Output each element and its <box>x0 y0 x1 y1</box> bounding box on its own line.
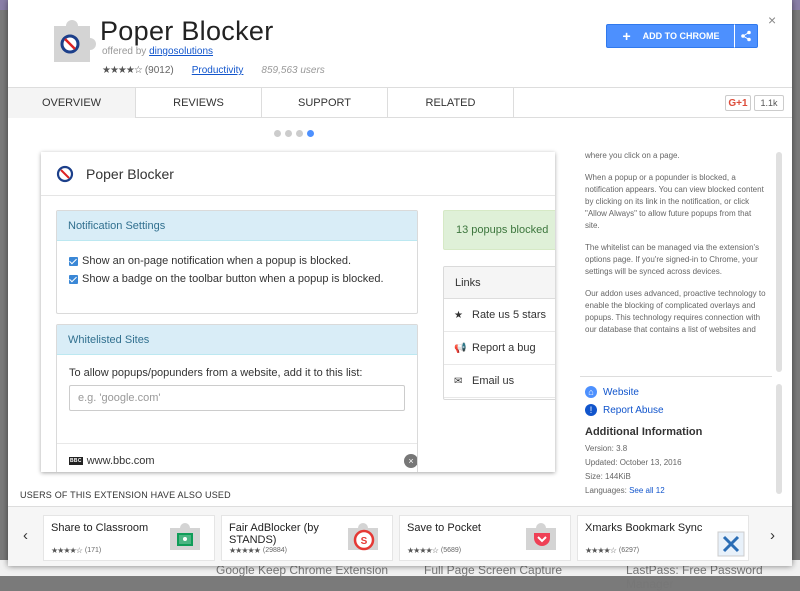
tab-reviews[interactable]: REVIEWS <box>136 88 262 118</box>
checkbox <box>69 256 78 266</box>
related-card[interactable]: Xmarks Bookmark Sync ★★★★☆ (6297) <box>577 515 749 561</box>
bbc-logo-icon: BBC <box>69 456 83 465</box>
whitelist-item: BBC www.bbc.com × <box>57 443 417 472</box>
carousel-dot[interactable] <box>296 130 303 137</box>
notification-settings-panel: Notification Settings Show an on-page no… <box>56 210 418 314</box>
description-text: where you click on a page. When a popup … <box>585 151 766 334</box>
share-icon <box>741 30 751 42</box>
version-info: Version: 3.8 <box>585 444 628 453</box>
preview-app-title: Poper Blocker <box>86 165 174 182</box>
blocked-count-badge: 13 popups blocked <box>443 210 555 250</box>
add-to-chrome-button[interactable]: + ADD TO CHROME <box>606 24 736 48</box>
carousel-dot[interactable] <box>274 130 281 137</box>
chevron-right-icon[interactable]: › <box>770 527 775 544</box>
plus-icon: + <box>622 28 631 44</box>
screenshot-preview[interactable]: Poper Blocker Notification Settings Show… <box>41 152 555 472</box>
additional-info-heading: Additional Information <box>585 426 703 438</box>
carousel-dots <box>274 130 314 137</box>
envelope-icon: ✉ <box>454 375 463 387</box>
link-report-bug: 📢 Report a bug <box>444 332 555 365</box>
remove-icon: × <box>404 454 417 468</box>
whitelist-instruction: To allow popups/popunders from a website… <box>69 367 363 379</box>
megaphone-icon: 📢 <box>454 342 467 354</box>
google-plus-count: 1.1k <box>754 95 784 111</box>
related-card[interactable]: Share to Classroom ★★★★☆ (171) <box>43 515 215 561</box>
related-heading: USERS OF THIS EXTENSION HAVE ALSO USED <box>20 490 231 500</box>
google-plus-button[interactable]: G+1 <box>725 95 751 111</box>
checkbox-row: Show a badge on the toolbar button when … <box>57 273 417 285</box>
preview-header: Poper Blocker <box>41 152 555 196</box>
related-card[interactable]: Fair AdBlocker (by STANDS) ★★★★★ (29884) … <box>221 515 393 561</box>
panel-heading: Whitelisted Sites <box>57 325 417 355</box>
star-icon: ★ <box>454 309 463 321</box>
description-scrollbar[interactable] <box>776 152 782 372</box>
carousel-dot[interactable] <box>285 130 292 137</box>
alert-icon: ! <box>585 404 597 416</box>
poper-blocker-logo-icon <box>56 165 74 182</box>
checkbox <box>69 274 78 284</box>
whitelisted-sites-panel: Whitelisted Sites To allow popups/popund… <box>56 324 418 472</box>
background-item[interactable]: LastPass: Free Password Manager <box>626 563 800 591</box>
whitelist-input: e.g. 'google.com' <box>69 385 405 411</box>
xmarks-icon <box>716 530 746 558</box>
links-heading: Links <box>444 267 555 299</box>
extension-title: Poper Blocker <box>100 16 274 46</box>
share-button[interactable] <box>734 24 758 48</box>
tab-support[interactable]: SUPPORT <box>262 88 388 118</box>
category-link[interactable]: Productivity <box>192 65 244 76</box>
rating-row: ★★★★☆ (9012) Productivity 859,563 users <box>102 65 325 76</box>
related-carousel: ‹ › Share to Classroom ★★★★☆ (171) Fair A… <box>8 506 792 566</box>
developer-link[interactable]: dingosolutions <box>149 46 213 57</box>
info-scrollbar[interactable] <box>776 384 782 494</box>
extension-detail-dialog: Poper Blocker offered by dingosolutions … <box>8 0 792 566</box>
divider <box>580 376 772 377</box>
size-info: Size: 144KiB <box>585 472 631 481</box>
languages-info: Languages: See all 12 <box>585 486 665 495</box>
user-count: 859,563 users <box>261 65 325 76</box>
header: Poper Blocker offered by dingosolutions … <box>8 0 792 88</box>
checkbox-row: Show an on-page notification when a popu… <box>57 255 417 267</box>
close-icon[interactable]: × <box>768 12 776 28</box>
chevron-left-icon[interactable]: ‹ <box>23 527 28 544</box>
home-icon: ⌂ <box>585 386 597 398</box>
tab-related[interactable]: RELATED <box>388 88 514 118</box>
updated-info: Updated: October 13, 2016 <box>585 458 682 467</box>
pocket-icon <box>524 520 560 554</box>
link-email: ✉ Email us <box>444 365 555 398</box>
carousel-dot-active[interactable] <box>307 130 314 137</box>
website-link[interactable]: ⌂ Website <box>585 386 639 398</box>
rating-stars[interactable]: ★★★★☆ <box>102 65 143 76</box>
link-rate: ★ Rate us 5 stars <box>444 299 555 332</box>
rating-count[interactable]: (9012) <box>145 65 174 76</box>
links-panel: Links ★ Rate us 5 stars 📢 Report a bug ✉… <box>443 266 555 400</box>
stands-icon: S <box>346 520 382 554</box>
see-all-languages-link[interactable]: See all 12 <box>629 486 665 495</box>
panel-heading: Notification Settings <box>57 211 417 241</box>
tab-bar: OVERVIEW REVIEWS SUPPORT RELATED <box>8 88 792 118</box>
report-abuse-link[interactable]: ! Report Abuse <box>585 404 664 416</box>
classroom-icon <box>168 520 204 554</box>
offered-by: offered by dingosolutions <box>102 46 214 57</box>
extension-puzzle-icon <box>46 12 102 66</box>
svg-text:S: S <box>361 536 368 547</box>
tab-overview[interactable]: OVERVIEW <box>8 88 136 118</box>
related-card[interactable]: Save to Pocket ★★★★☆ (5689) <box>399 515 571 561</box>
